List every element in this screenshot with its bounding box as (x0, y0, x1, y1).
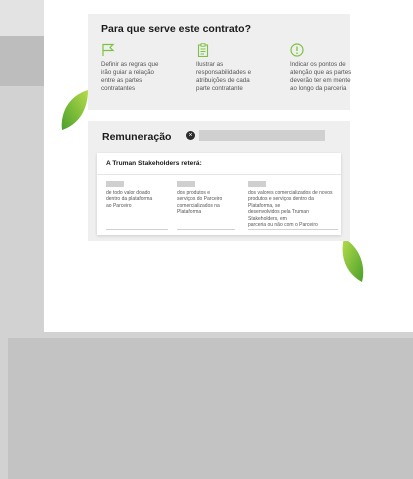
purpose-text: Definir as regras que irão guiar a relaç… (101, 61, 159, 92)
retention-text: dos valores comercializados de novos pro… (248, 190, 333, 229)
section-title: Remuneração (102, 131, 172, 143)
close-icon[interactable]: × (186, 131, 195, 140)
contract-purpose-card: Para que serve este contrato? Definir as… (88, 14, 351, 110)
purpose-text: Indicar os pontos de atenção que as part… (290, 61, 352, 92)
placeholder-bar (199, 130, 325, 141)
retention-title: A Truman Stakeholders reterá: (106, 160, 202, 167)
retention-text: dos produtos e serviços do Parceiro come… (177, 190, 223, 216)
retention-text: de todo valor doado dentro da plataforma… (106, 190, 153, 209)
retention-column: dos valores comercializados de novos pro… (248, 181, 338, 230)
retention-column: dos produtos e serviços do Parceiro come… (177, 181, 235, 230)
retention-column: de todo valor doado dentro da plataforma… (106, 181, 168, 230)
purpose-column: Indicar os pontos de atenção que as part… (290, 43, 370, 93)
background-lower-panel (8, 338, 413, 479)
leaf-right-decoration (342, 238, 364, 282)
value-placeholder (248, 181, 266, 187)
retention-panel: A Truman Stakeholders reterá: de todo va… (97, 153, 341, 235)
divider (106, 229, 168, 230)
purpose-column: Ilustrar as responsabilidades e atribuiç… (196, 43, 276, 93)
flag-icon (102, 43, 115, 56)
section-title: Para que serve este contrato? (101, 23, 251, 35)
divider (97, 174, 341, 175)
purpose-column: Definir as regras que irão guiar a relaç… (101, 43, 181, 93)
value-placeholder (106, 181, 124, 187)
value-placeholder (177, 181, 195, 187)
divider (248, 229, 338, 230)
clipboard-icon (197, 43, 209, 57)
alert-circle-icon (290, 43, 304, 57)
purpose-text: Ilustrar as responsabilidades e atribuiç… (196, 61, 252, 92)
background-left-block (0, 36, 44, 86)
leaf-left-decoration (61, 90, 88, 130)
divider (177, 229, 235, 230)
